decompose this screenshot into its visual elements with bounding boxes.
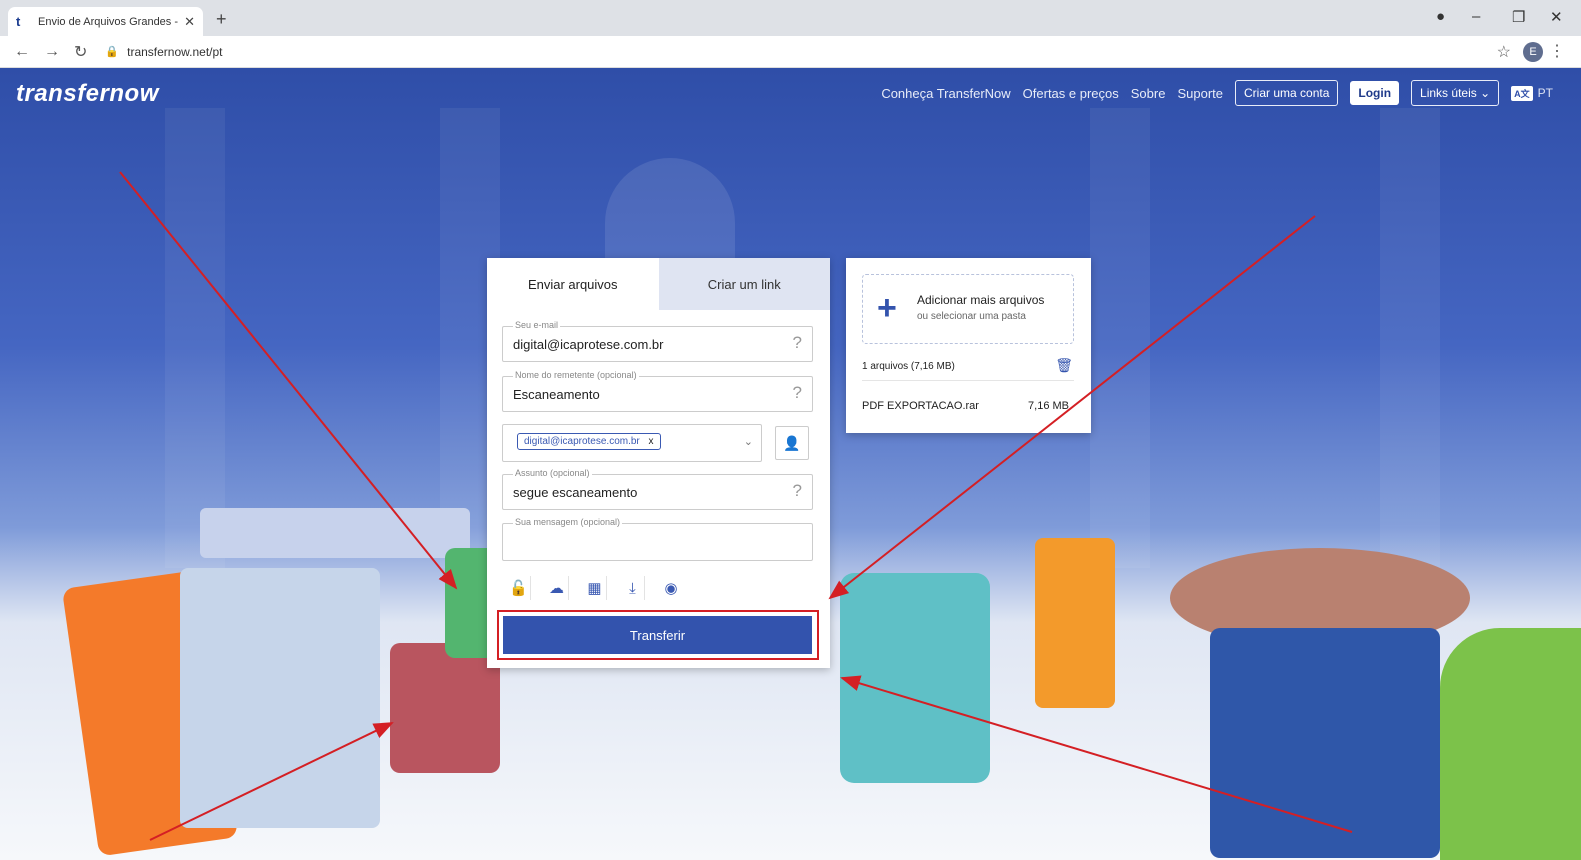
maximize-icon[interactable]: ❐	[1512, 8, 1525, 26]
back-icon[interactable]: ←	[14, 43, 30, 61]
lock-icon: 🔒	[105, 46, 120, 58]
annotation-arrow	[828, 215, 1316, 600]
bookmark-star-icon[interactable]: ☆	[1497, 42, 1511, 62]
minimize-icon[interactable]: –	[1472, 8, 1480, 25]
annotation-arrow	[840, 675, 1353, 833]
annotation-arrows	[119, 171, 1353, 841]
forward-icon[interactable]: →	[44, 43, 60, 61]
annotation-arrow	[149, 722, 394, 841]
url-field[interactable]: 🔒 transfernow.net/pt	[105, 45, 222, 59]
page-background: transfernow Conheça TransferNow Ofertas …	[0, 68, 1581, 860]
profile-avatar[interactable]: E	[1523, 42, 1543, 62]
transfernow-favicon-icon: t	[16, 13, 21, 29]
extension-icon[interactable]: ●	[1436, 8, 1445, 25]
browser-tab[interactable]: t Envio de Arquivos Grandes - Com ✕	[8, 7, 203, 36]
tab-title: Envio de Arquivos Grandes - Com	[38, 15, 179, 28]
reload-icon[interactable]: ↻	[74, 42, 87, 62]
annotation-arrow	[119, 171, 458, 590]
url-text: transfernow.net/pt	[127, 44, 223, 59]
browser-tab-bar: t Envio de Arquivos Grandes - Com ✕ + ● …	[0, 0, 1581, 36]
new-tab-button[interactable]: +	[216, 9, 227, 30]
window-close-icon[interactable]: ✕	[1550, 8, 1563, 26]
tab-close-icon[interactable]: ✕	[184, 14, 195, 30]
address-bar: ← → ↻ 🔒 transfernow.net/pt ☆ E ⋮	[0, 36, 1581, 68]
browser-menu-icon[interactable]: ⋮	[1549, 41, 1565, 61]
